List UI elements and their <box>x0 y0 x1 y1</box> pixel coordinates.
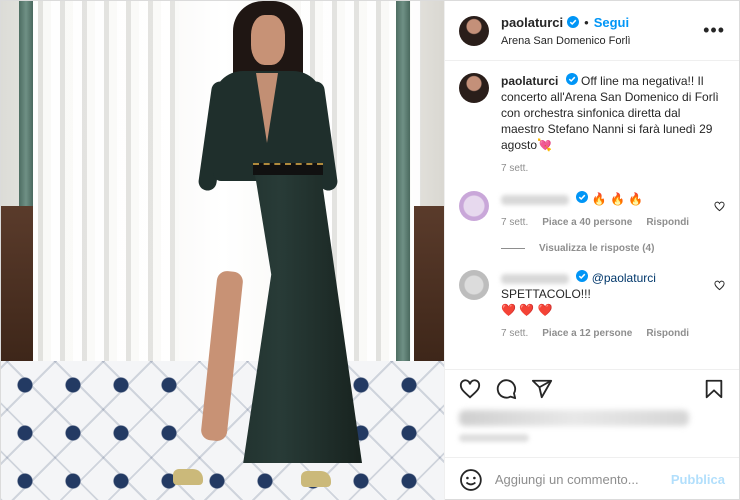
username-link[interactable]: paolaturci <box>501 15 563 30</box>
blurred-username[interactable] <box>501 194 569 205</box>
verified-badge-icon <box>576 191 589 203</box>
avatar[interactable] <box>459 270 489 300</box>
reply-button[interactable]: Rispondi <box>646 215 689 231</box>
follow-button[interactable]: Segui <box>594 15 629 30</box>
right-pillar <box>396 1 410 381</box>
verified-badge-icon <box>567 16 580 28</box>
post-sidebar: paolaturci • Segui Arena San Domenico Fo… <box>444 1 739 500</box>
left-cabinet <box>1 206 33 371</box>
emoji-icon[interactable] <box>459 468 483 492</box>
username-link[interactable]: paolaturci <box>501 74 558 88</box>
caption-emoji: 💘 <box>537 138 552 152</box>
action-bar <box>445 369 739 457</box>
comment-body: @paolaturci SPETTACOLO!!! ❤️ ❤️ ❤️ 7 set… <box>501 270 714 342</box>
reply-button[interactable]: Rispondi <box>646 326 689 342</box>
post-header: paolaturci • Segui Arena San Domenico Fo… <box>445 1 739 61</box>
comment-meta: 7 sett. Piace a 40 persone Rispondi <box>501 215 714 231</box>
heart-icon[interactable] <box>459 378 481 400</box>
divider-line <box>501 248 525 249</box>
woman-figure <box>161 1 371 500</box>
comment-meta: 7 sett. Piace a 12 persone Rispondi <box>501 326 714 342</box>
left-shoe <box>173 469 203 485</box>
bookmark-icon[interactable] <box>703 378 725 400</box>
share-icon[interactable] <box>531 378 553 400</box>
view-replies-label: Visualizza le risposte (4) <box>539 243 655 254</box>
post-photo[interactable] <box>1 1 444 500</box>
header-row: paolaturci • Segui <box>501 15 703 30</box>
comment-hearts: ❤️ ❤️ ❤️ <box>501 303 553 317</box>
blurred-post-date <box>459 434 529 442</box>
right-cabinet <box>414 206 444 371</box>
comment-time[interactable]: 7 sett. <box>501 215 528 231</box>
left-curtain <box>29 1 179 371</box>
right-shoe <box>301 471 331 487</box>
face <box>251 15 285 65</box>
comment-text: 🔥 🔥 🔥 <box>591 192 644 206</box>
comment-item: @paolaturci SPETTACOLO!!! ❤️ ❤️ ❤️ 7 set… <box>459 270 725 342</box>
comment-likes[interactable]: Piace a 40 persone <box>542 215 632 231</box>
verified-badge-icon <box>576 270 589 282</box>
more-horizontal-icon[interactable]: ••• <box>703 20 725 41</box>
add-comment-bar: Pubblica <box>445 457 739 500</box>
avatar[interactable] <box>459 15 489 46</box>
header-text: paolaturci • Segui Arena San Domenico Fo… <box>501 15 703 47</box>
heart-outline-icon[interactable] <box>714 201 725 212</box>
comment-likes[interactable]: Piace a 12 persone <box>542 326 632 342</box>
caption: paolaturci Off line ma negativa!! Il con… <box>459 73 725 177</box>
mention-link[interactable]: @paolaturci <box>592 271 656 285</box>
comment-input[interactable] <box>494 472 671 487</box>
publish-button[interactable]: Pubblica <box>671 472 725 487</box>
avatar[interactable] <box>459 191 489 221</box>
separator-dot: • <box>584 14 589 30</box>
comment-icon[interactable] <box>495 378 517 400</box>
instagram-post: paolaturci • Segui Arena San Domenico Fo… <box>0 0 740 500</box>
view-replies-button[interactable]: Visualizza le risposte (4) <box>501 243 725 254</box>
comment-body: 🔥 🔥 🔥 7 sett. Piace a 40 persone Rispond… <box>501 191 714 231</box>
leg <box>200 270 244 442</box>
comment-text: SPETTACOLO!!! <box>501 287 591 301</box>
blurred-username[interactable] <box>501 273 569 284</box>
caption-meta: 7 sett. <box>501 161 725 177</box>
location-link[interactable]: Arena San Domenico Forlì <box>501 35 703 47</box>
avatar[interactable] <box>459 73 489 103</box>
verified-badge-icon <box>565 73 578 85</box>
caption-body: paolaturci Off line ma negativa!! Il con… <box>501 73 725 177</box>
action-row <box>459 378 725 400</box>
blurred-likes-count <box>459 410 689 426</box>
caption-time[interactable]: 7 sett. <box>501 161 528 177</box>
belt <box>253 163 323 175</box>
heart-outline-icon[interactable] <box>714 280 725 291</box>
comments-list: paolaturci Off line ma negativa!! Il con… <box>445 61 739 369</box>
comment-item: 🔥 🔥 🔥 7 sett. Piace a 40 persone Rispond… <box>459 191 725 231</box>
comment-time[interactable]: 7 sett. <box>501 326 528 342</box>
